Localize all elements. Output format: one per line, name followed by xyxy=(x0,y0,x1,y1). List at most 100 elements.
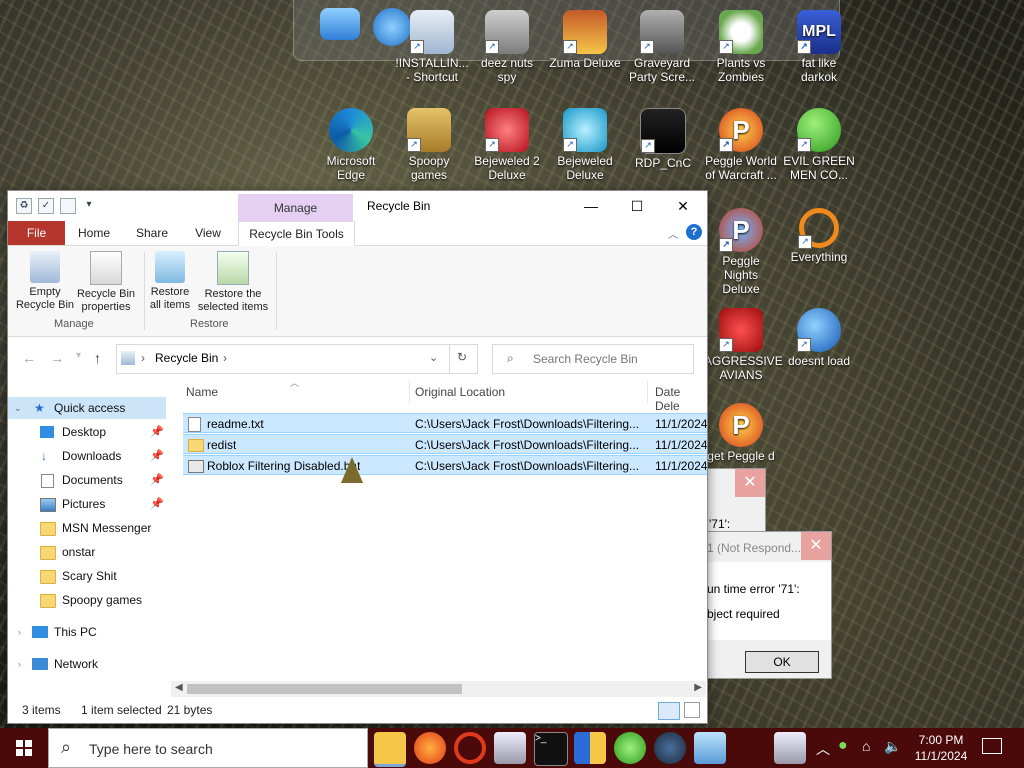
tab-file[interactable]: File xyxy=(8,221,65,245)
nav-network[interactable]: › Network xyxy=(8,653,166,675)
app-taskbar-icon[interactable] xyxy=(694,732,726,764)
address-field[interactable]: › Recycle Bin › ⌄ ↻ xyxy=(116,344,478,374)
scrollbar-thumb[interactable] xyxy=(187,684,462,694)
tab-share[interactable]: Share xyxy=(128,221,176,245)
desktop-icon-graveyard[interactable]: ↗ Graveyard Party Scre... xyxy=(625,10,699,84)
horizontal-scrollbar[interactable]: ◀ ▶ xyxy=(171,681,706,697)
pin-icon[interactable]: 📌 xyxy=(150,493,164,515)
pin-icon[interactable]: 📌 xyxy=(150,445,164,467)
refresh-icon[interactable]: ↻ xyxy=(457,350,467,364)
tab-recycle-bin-tools[interactable]: Recycle Bin Tools xyxy=(238,221,355,246)
help-icon[interactable]: ? xyxy=(686,224,702,240)
nav-this-pc[interactable]: › This PC xyxy=(8,621,166,643)
forward-arrow-icon[interactable]: → xyxy=(50,350,64,366)
tab-view[interactable]: View xyxy=(184,221,232,245)
restore-all-button[interactable]: Restore all items xyxy=(146,251,194,312)
desktop-icon-rdp-cnc[interactable]: ↗ RDP_CnC xyxy=(626,108,700,170)
desktop-icon-installin[interactable]: ↗ !INSTALLIN... - Shortcut xyxy=(395,10,469,84)
desktop-icon-doesnt-load[interactable]: ↗ doesnt load xyxy=(782,308,856,368)
chevron-right-icon[interactable]: › xyxy=(18,653,21,675)
maximize-button[interactable]: ☐ xyxy=(614,191,660,221)
pin-icon[interactable]: 📌 xyxy=(150,469,164,491)
chevron-down-icon[interactable]: ▾ xyxy=(76,350,81,361)
clock[interactable]: 7:00 PM 11/1/2024 xyxy=(910,732,972,764)
error-dialog-front[interactable]: 1 (Not Respond... ✕ un time error '71': … xyxy=(706,531,832,679)
network-tray-icon[interactable]: ⌂ xyxy=(862,738,870,754)
nav-item-msn-messenger[interactable]: MSN Messenger xyxy=(8,517,166,539)
shield-taskbar-icon[interactable] xyxy=(574,732,606,764)
notification-icon[interactable] xyxy=(982,738,1002,754)
minimize-button[interactable]: — xyxy=(568,191,614,221)
recycle-bin-properties-button[interactable]: Recycle Bin properties xyxy=(76,251,136,314)
desktop-icon-peggle-nights[interactable]: P ↗ Peggle Nights Deluxe xyxy=(704,208,778,296)
ok-button[interactable]: OK xyxy=(745,651,819,673)
nav-item-spoopy-games[interactable]: Spoopy games xyxy=(8,589,166,611)
large-icons-view-icon[interactable] xyxy=(684,702,700,718)
pin-icon[interactable]: 📌 xyxy=(150,421,164,443)
app-window-taskbar-icon[interactable] xyxy=(494,732,526,764)
desktop-icon-everything[interactable]: ↗ Everything xyxy=(782,208,856,264)
desktop-icon-get-peggle[interactable]: P get Peggle d xyxy=(704,403,778,463)
start-button[interactable] xyxy=(0,728,48,768)
nav-item-downloads[interactable]: ↓ Downloads 📌 xyxy=(8,445,166,467)
steam-taskbar-icon[interactable] xyxy=(654,732,686,764)
desktop-icon-deez-nuts-spy[interactable]: ↗ deez nuts spy xyxy=(470,10,544,84)
breadcrumb[interactable]: Recycle Bin xyxy=(155,351,218,365)
desktop-icon-bejeweled2[interactable]: ↗ Bejeweled 2 Deluxe xyxy=(470,108,544,182)
column-header-name[interactable]: Name xyxy=(186,385,218,399)
chevron-right-icon[interactable]: › xyxy=(223,351,227,365)
table-row[interactable]: Roblox Filtering Disabled.bat C:\Users\J… xyxy=(183,455,707,475)
desktop-icon-edge[interactable]: Microsoft Edge xyxy=(314,108,388,182)
column-separator[interactable] xyxy=(647,381,648,403)
nav-quick-access[interactable]: ⌄ ★ Quick access xyxy=(8,397,166,419)
close-button[interactable]: ✕ xyxy=(660,191,706,221)
close-icon[interactable]: ✕ xyxy=(735,469,765,497)
opera-taskbar-icon[interactable] xyxy=(454,732,486,764)
chevron-up-icon[interactable]: ︿ xyxy=(668,226,678,241)
desktop-icon-aggressive-avians[interactable]: ↗ AGGRESSIVE AVIANS xyxy=(704,308,783,382)
new-folder-icon[interactable] xyxy=(60,198,76,214)
desktop-icon-spoopy-games[interactable]: ↗ Spoopy games xyxy=(392,108,466,182)
taskbar-search[interactable]: ⌕ Type here to search xyxy=(48,728,368,768)
back-arrow-icon[interactable]: ← xyxy=(22,350,36,366)
tab-home[interactable]: Home xyxy=(70,221,118,245)
terminal-taskbar-icon[interactable]: >_ xyxy=(534,732,568,766)
properties-icon[interactable]: ✓ xyxy=(38,198,54,214)
scroll-left-icon[interactable]: ◀ xyxy=(175,682,183,693)
desktop-icon-bejeweled[interactable]: ↗ Bejeweled Deluxe xyxy=(548,108,622,182)
file-explorer-taskbar-icon[interactable] xyxy=(374,732,406,767)
msn-taskbar-icon[interactable] xyxy=(614,732,646,764)
manage-tab[interactable]: Manage xyxy=(238,194,353,222)
desktop-icon-evil-green-men[interactable]: ↗ EVIL GREEN MEN CO... xyxy=(782,108,856,182)
nav-item-onstar[interactable]: onstar xyxy=(8,541,166,563)
nav-item-pictures[interactable]: Pictures 📌 xyxy=(8,493,166,515)
chevron-up-icon[interactable]: ︿ xyxy=(816,739,830,759)
up-arrow-icon[interactable]: ↑ xyxy=(94,350,101,366)
table-row[interactable]: readme.txt C:\Users\Jack Frost\Downloads… xyxy=(183,413,707,433)
chevron-right-icon[interactable]: › xyxy=(18,621,21,643)
table-row[interactable]: redist C:\Users\Jack Frost\Downloads\Fil… xyxy=(183,434,707,454)
close-icon[interactable]: ✕ xyxy=(801,532,831,560)
column-header-original-location[interactable]: Original Location xyxy=(415,385,505,399)
chevron-down-icon[interactable]: ▾ xyxy=(82,198,96,212)
column-separator[interactable] xyxy=(409,381,410,403)
chevron-down-icon[interactable]: ⌄ xyxy=(14,397,22,419)
empty-recycle-bin-button[interactable]: Empty Recycle Bin xyxy=(14,251,76,312)
people-tray-icon[interactable]: ● xyxy=(838,737,848,755)
app-window-taskbar-icon[interactable] xyxy=(774,732,806,764)
nav-item-scary-shit[interactable]: Scary Shit xyxy=(8,565,166,587)
firefox-taskbar-icon[interactable] xyxy=(414,732,446,764)
desktop-icon-peggle-wow[interactable]: P ↗ Peggle World of Warcraft ... xyxy=(704,108,778,182)
desktop-icon-zuma-deluxe[interactable]: ↗ Zuma Deluxe xyxy=(548,10,622,70)
column-header-date-deleted[interactable]: Date Dele xyxy=(655,385,707,413)
error-dialog-back[interactable]: ✕ '71': xyxy=(706,468,766,532)
nav-item-documents[interactable]: Documents 📌 xyxy=(8,469,166,491)
scroll-right-icon[interactable]: ▶ xyxy=(694,682,702,693)
chevron-down-icon[interactable]: ⌄ xyxy=(429,351,438,364)
restore-selected-button[interactable]: Restore the selected items xyxy=(196,251,270,314)
nav-item-desktop[interactable]: Desktop 📌 xyxy=(8,421,166,443)
desktop-icon-fat-like-darkok[interactable]: MPL ↗ fat like darkok xyxy=(782,10,856,84)
search-input[interactable]: ⌕ Search Recycle Bin xyxy=(492,344,694,374)
volume-icon[interactable]: 🔈 xyxy=(884,738,901,755)
details-view-icon[interactable] xyxy=(658,702,680,720)
